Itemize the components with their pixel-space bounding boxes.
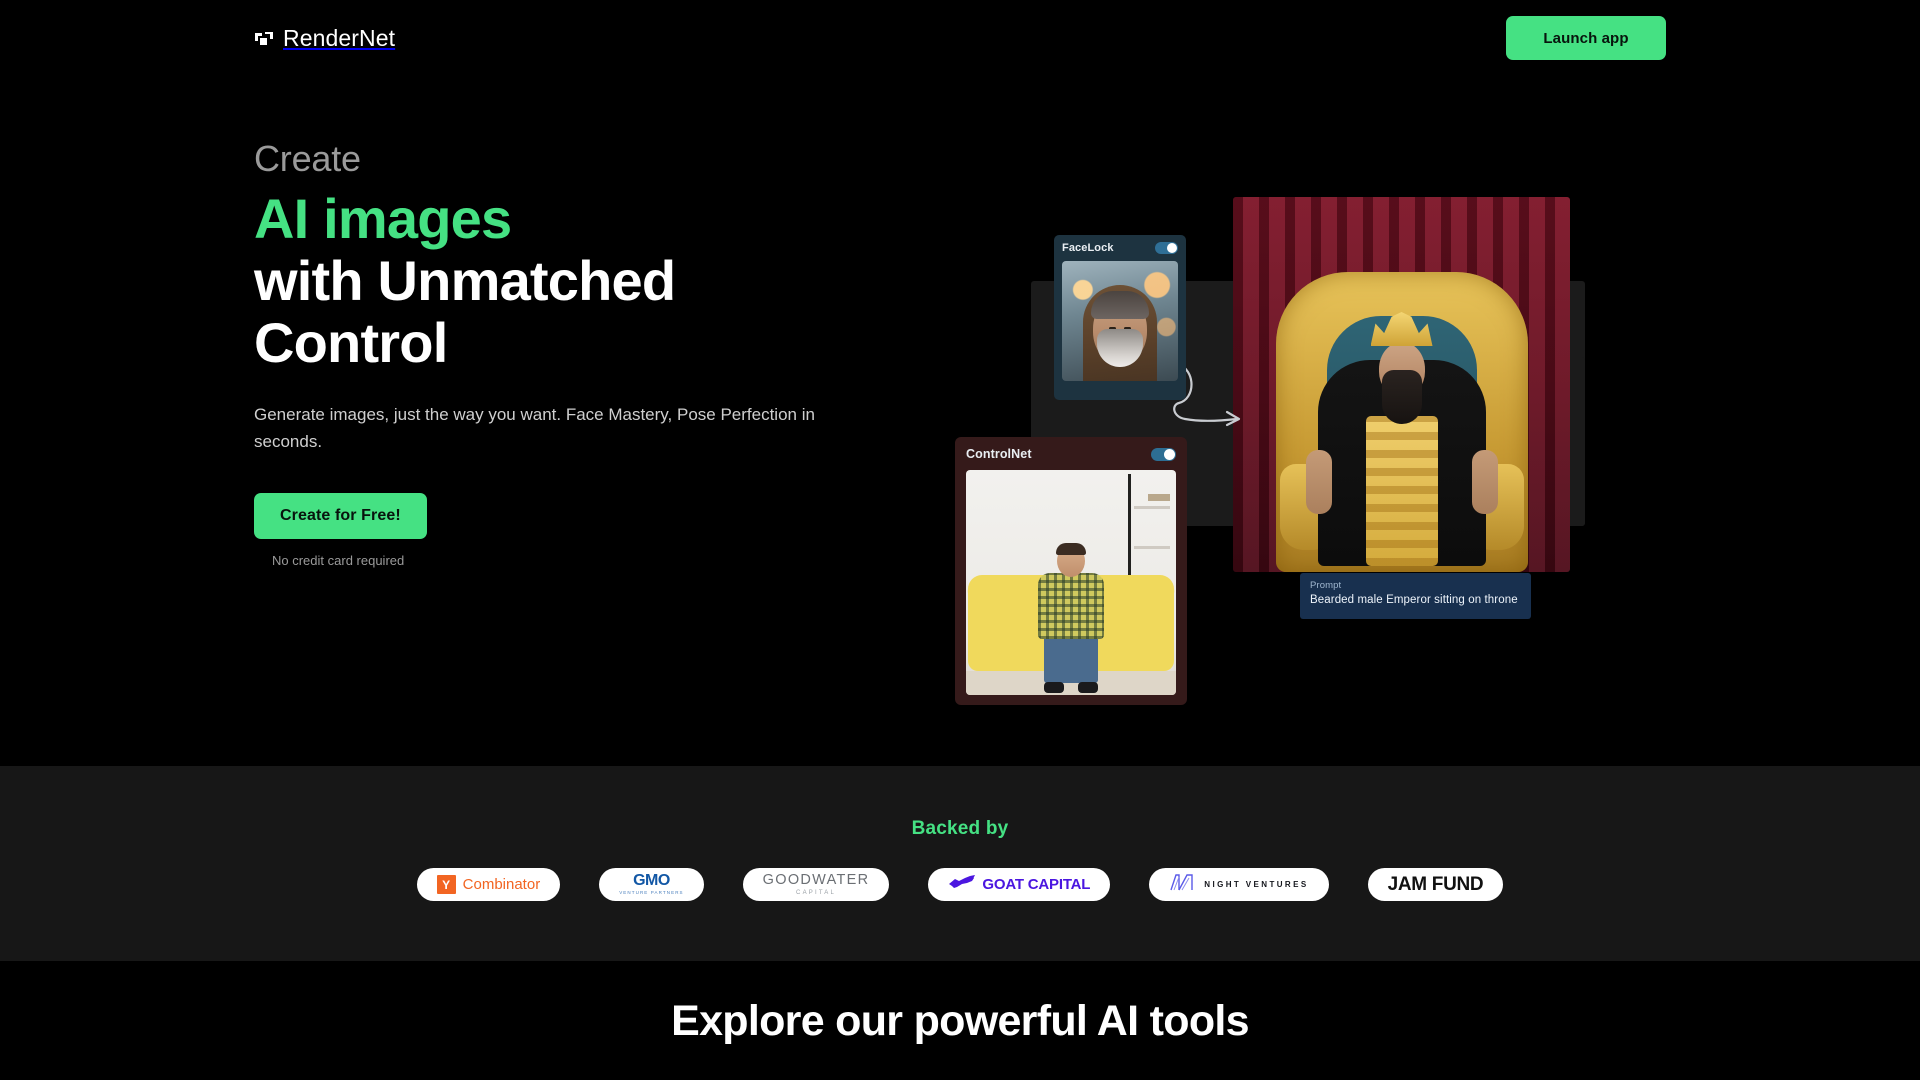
night-ventures-n-icon xyxy=(1169,873,1195,896)
headline-line-2: with Unmatched xyxy=(254,248,676,312)
goat-icon xyxy=(948,875,976,894)
controlnet-toggle[interactable] xyxy=(1151,447,1176,461)
facelock-card-header: FaceLock xyxy=(1062,242,1178,254)
investor-logo-row: Y Combinator GMO VENTURE PARTNERS GOODWA… xyxy=(0,868,1920,901)
facelock-reference-image xyxy=(1062,261,1178,381)
site-header: RenderNet Launch app xyxy=(0,0,1920,76)
brand-name: RenderNet xyxy=(283,24,396,51)
prompt-label: Prompt xyxy=(1310,580,1342,591)
facelock-subject-beard xyxy=(1097,329,1143,367)
pose-subject-hair xyxy=(1056,543,1086,555)
gmo-sublabel: VENTURE PARTNERS xyxy=(619,890,684,896)
logo-gmo[interactable]: GMO VENTURE PARTNERS xyxy=(599,868,704,901)
logo-goat-capital[interactable]: GOAT CAPITAL xyxy=(928,868,1111,901)
logo-goodwater[interactable]: GOODWATER CAPITAL xyxy=(742,868,890,901)
headline-line-3: Control xyxy=(254,311,448,375)
goodwater-lockup: GOODWATER CAPITAL xyxy=(763,873,870,896)
prompt-box[interactable]: Prompt Bearded male Emperor sitting on t… xyxy=(1300,573,1531,619)
landing-page: RenderNet Launch app Create AI images wi… xyxy=(0,0,1920,1080)
pose-shelf xyxy=(1128,474,1170,578)
backed-by-section: Backed by Y Combinator GMO VENTURE PARTN… xyxy=(0,766,1920,961)
generated-image xyxy=(1233,197,1570,572)
cta-note: No credit card required xyxy=(272,552,405,568)
goodwater-label: GOODWATER xyxy=(762,872,870,889)
hero-headline: AI images with Unmatched Control xyxy=(254,186,874,375)
rendernet-bracket-icon xyxy=(254,28,274,48)
night-ventures-label: NIGHT VENTURES xyxy=(1204,880,1309,889)
y-combinator-label: Combinator xyxy=(462,876,541,893)
controlnet-card[interactable]: ControlNet xyxy=(955,437,1187,705)
logo-night-ventures[interactable]: NIGHT VENTURES xyxy=(1149,868,1329,901)
emperor-beard xyxy=(1381,370,1422,424)
controlnet-title: ControlNet xyxy=(966,447,1032,461)
create-for-free-button[interactable]: Create for Free! xyxy=(254,492,427,539)
emperor-arm-right xyxy=(1471,450,1498,514)
goodwater-sublabel: CAPITAL xyxy=(796,889,837,896)
facelock-subject-body xyxy=(1083,285,1157,381)
logo-jam-fund[interactable]: JAM FUND xyxy=(1367,868,1504,901)
pose-book xyxy=(1148,494,1170,501)
hero-eyebrow: Create xyxy=(254,138,361,179)
launch-app-button[interactable]: Launch app xyxy=(1506,16,1666,60)
gmo-lockup: GMO VENTURE PARTNERS xyxy=(619,873,683,896)
jam-fund-label: JAM FUND xyxy=(1387,873,1484,895)
prompt-value: Bearded male Emperor sitting on throne xyxy=(1310,594,1518,606)
backed-by-title: Backed by xyxy=(911,818,1009,839)
pose-subject-torso xyxy=(1038,573,1104,639)
throne xyxy=(1275,272,1528,572)
hero-visual: FaceLock ControlNet Prompt Bearded male … xyxy=(955,151,1655,705)
controlnet-pose-image xyxy=(966,470,1176,695)
headline-highlight: AI images xyxy=(254,186,512,250)
emperor-sash xyxy=(1365,416,1438,566)
facelock-title: FaceLock xyxy=(1062,242,1114,254)
facelock-card[interactable]: FaceLock xyxy=(1054,235,1186,400)
gmo-label: GMO xyxy=(633,872,670,890)
tools-section: Explore our powerful AI tools xyxy=(0,961,1920,1080)
controlnet-card-header: ControlNet xyxy=(966,447,1176,461)
hero-copy: Create AI images with Unmatched Control … xyxy=(254,140,874,568)
facelock-toggle[interactable] xyxy=(1155,242,1178,254)
tools-section-title: Explore our powerful AI tools xyxy=(671,997,1249,1045)
brand-logo-link[interactable]: RenderNet xyxy=(254,25,395,52)
y-combinator-mark-icon: Y xyxy=(436,875,456,894)
hero-section: Create AI images with Unmatched Control … xyxy=(0,76,1920,766)
emperor-arm-left xyxy=(1305,450,1332,514)
facelock-subject-hair xyxy=(1091,291,1149,319)
hero-subcopy: Generate images, just the way you want. … xyxy=(254,405,815,451)
logo-y-combinator[interactable]: Y Combinator xyxy=(416,868,561,901)
goat-capital-label: GOAT CAPITAL xyxy=(982,876,1091,893)
